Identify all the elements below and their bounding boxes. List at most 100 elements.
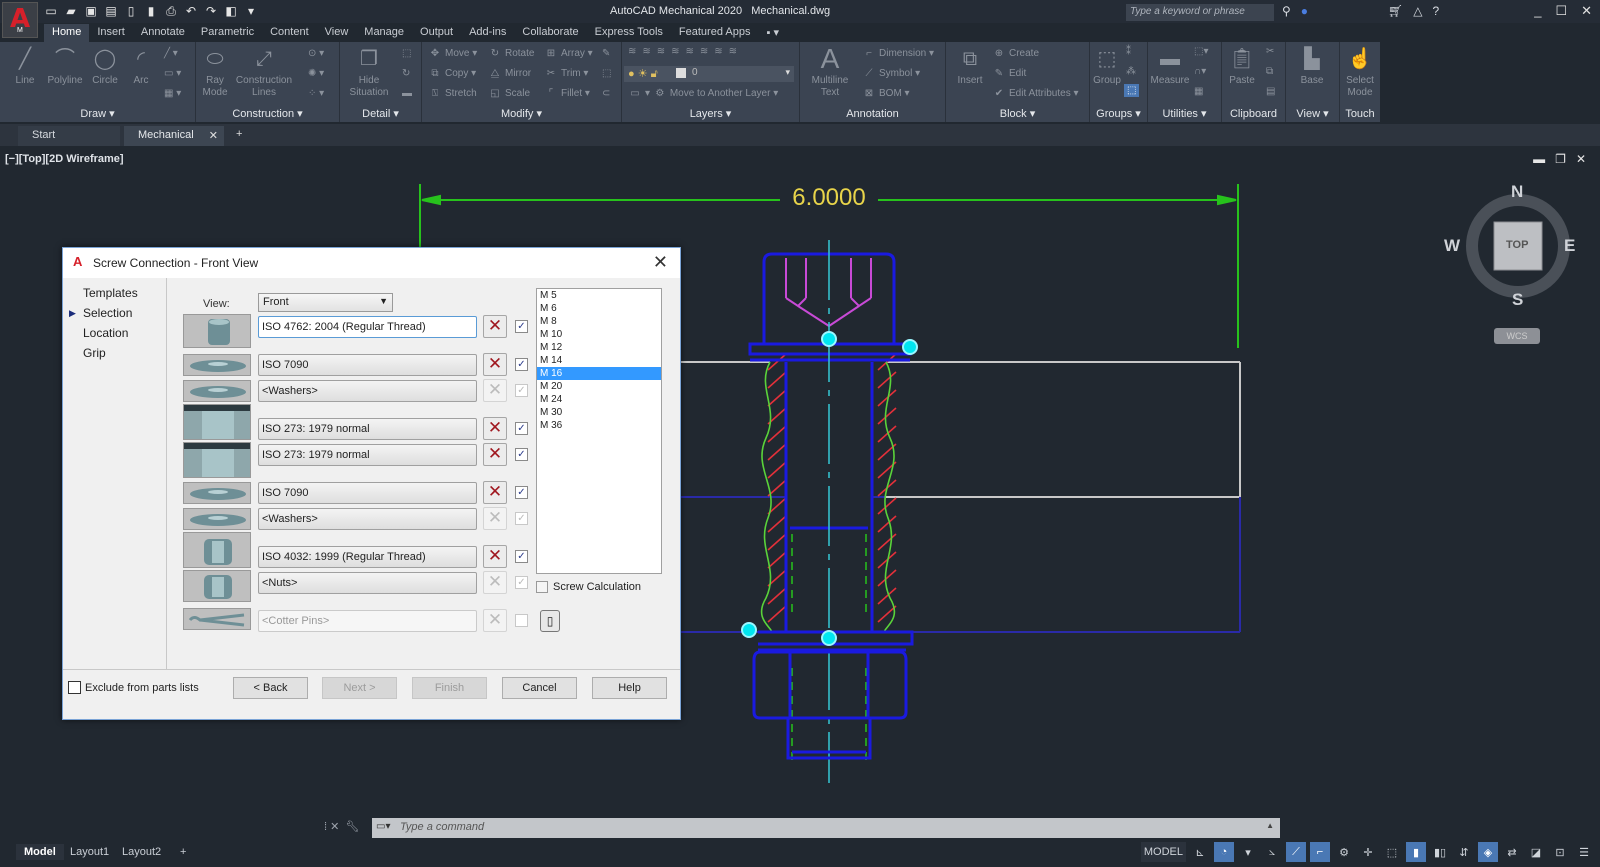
groups-panel-title[interactable]: Groups ▾ — [1090, 107, 1147, 120]
help-button[interactable]: Help — [592, 677, 667, 699]
size-option[interactable]: M 24 — [537, 393, 661, 406]
paste-special-icon[interactable]: ▤ — [1266, 86, 1275, 97]
hole-2-checkbox[interactable]: ✓ — [515, 448, 528, 461]
tab-overflow-icon[interactable]: ▪ ▾ — [758, 24, 786, 42]
base-button[interactable]: ▙ Base — [1292, 46, 1332, 87]
workspace-switch-icon[interactable]: ▮ — [1406, 842, 1426, 862]
autodesk-app-icon[interactable]: △ — [1413, 4, 1422, 18]
size-option[interactable]: M 20 — [537, 380, 661, 393]
settings-icon[interactable]: ⚙ — [1334, 842, 1354, 862]
screw-calculation-checkbox[interactable] — [536, 581, 548, 593]
close-icon[interactable]: ✕ — [1581, 3, 1592, 19]
multiline-text-button[interactable]: A Multiline Text — [806, 45, 854, 99]
polar-icon[interactable]: ⦣ — [1262, 842, 1282, 862]
dimension-text[interactable]: 6.0000 — [792, 184, 865, 211]
construction-lines-button[interactable]: ⤢ Construction Lines — [232, 46, 296, 99]
group-edit-icon[interactable]: ⁂ — [1126, 66, 1136, 77]
finish-button[interactable]: Finish — [412, 677, 487, 699]
stretch-button[interactable]: ⍂ Stretch — [428, 88, 477, 99]
symbol-button[interactable]: ⟋ Symbol ▾ — [862, 68, 921, 79]
bom-button[interactable]: ⊠ BOM ▾ — [862, 88, 910, 99]
delete-top-washer-button[interactable]: ✕ — [483, 353, 507, 376]
snap-icon[interactable]: ◔ — [1214, 842, 1234, 862]
select-mode-button[interactable]: ☝ Select Mode — [1342, 46, 1378, 99]
tab-express-tools[interactable]: Express Tools — [587, 24, 671, 42]
tab-insert[interactable]: Insert — [89, 24, 133, 42]
save-icon[interactable]: ▣ — [84, 4, 98, 18]
cut-icon[interactable]: ✂ — [1266, 46, 1274, 57]
tab-content[interactable]: Content — [262, 24, 317, 42]
hide-situation-button[interactable]: ❐ Hide Situation — [344, 46, 394, 99]
utilities-panel-title[interactable]: Utilities ▾ — [1148, 107, 1221, 120]
quick-properties-icon[interactable]: ◈ — [1478, 842, 1498, 862]
object-snap-icon[interactable]: ⌐ — [1310, 842, 1330, 862]
layout-tab-layout1[interactable]: Layout1 — [62, 844, 117, 860]
move-button[interactable]: ✥ Move ▾ — [428, 48, 477, 59]
draw-panel-title[interactable]: Draw ▾ — [0, 107, 195, 120]
model-space-button[interactable]: MODEL — [1140, 842, 1186, 862]
layers-panel-title[interactable]: Layers ▾ — [622, 107, 799, 120]
tab-featured-apps[interactable]: Featured Apps — [671, 24, 759, 42]
paste-button[interactable]: 📋︎ Paste — [1224, 46, 1260, 87]
viewcube[interactable]: N S W E TOP WCS — [1444, 182, 1578, 348]
quick-select-icon[interactable]: ⬚▾ — [1194, 46, 1208, 57]
new-tab-button[interactable]: + — [236, 128, 242, 140]
save-as-icon[interactable]: ▤ — [104, 4, 118, 18]
delete-nut-button[interactable]: ✕ — [483, 545, 507, 568]
grip-point[interactable] — [821, 331, 837, 347]
size-option[interactable]: M 5 — [537, 289, 661, 302]
rotate-button[interactable]: ↻ Rotate — [488, 48, 535, 59]
command-line-grip-icon[interactable]: ⁞ ✕ 🔧︎ — [324, 820, 359, 833]
top-washer-extra-checkbox[interactable]: ✓ — [515, 384, 528, 397]
grid-icon[interactable]: ⊾ — [1190, 842, 1210, 862]
layer-tools-icons[interactable]: ≋≋≋≋≋≋≋≋ — [628, 46, 743, 57]
mirror-button[interactable]: ⧋ Mirror — [488, 68, 532, 79]
array-button[interactable]: ⊞ Array ▾ — [544, 48, 593, 59]
ungroup-icon[interactable]: ⁑ — [1126, 46, 1131, 57]
size-option[interactable]: M 12 — [537, 341, 661, 354]
delete-bottom-washer-extra-button[interactable]: ✕ — [483, 507, 507, 530]
ray-mode-button[interactable]: ⬭ Ray Mode — [200, 46, 230, 99]
size-option-selected[interactable]: M 16 — [537, 367, 661, 380]
construction-delete-icon[interactable]: ⁘ ▾ — [308, 88, 324, 99]
dialog-title-bar[interactable]: A Screw Connection - Front View ✕ — [63, 248, 680, 278]
layout-tab-model[interactable]: Model — [16, 844, 64, 860]
modify-panel-title[interactable]: Modify ▾ — [422, 107, 621, 120]
nav-templates[interactable]: Templates — [83, 286, 138, 300]
line-button[interactable]: ╱ Line — [8, 46, 42, 87]
size-listbox[interactable]: M 5 M 6 M 8 M 10 M 12 M 14 M 16 M 20 M 2… — [536, 288, 662, 574]
tab-annotate[interactable]: Annotate — [133, 24, 193, 42]
delete-hole-2-button[interactable]: ✕ — [483, 443, 507, 466]
binoculars-icon[interactable]: ⚲ — [1282, 4, 1291, 18]
erase-icon[interactable]: ✎ — [602, 48, 610, 59]
magnet-icon[interactable]: ∩▾ — [1194, 66, 1206, 77]
create-block-button[interactable]: ⊕ Create — [992, 48, 1039, 59]
group-button[interactable]: ⬚ Group — [1092, 46, 1122, 87]
nav-selection[interactable]: Selection — [83, 306, 132, 320]
nav-location[interactable]: Location — [83, 326, 128, 340]
delete-nut-extra-button[interactable]: ✕ — [483, 571, 507, 594]
top-washer-checkbox[interactable]: ✓ — [515, 358, 528, 371]
compass-west[interactable]: W — [1444, 236, 1460, 256]
edit-attributes-button[interactable]: ✔ Edit Attributes ▾ — [992, 88, 1079, 99]
detail-break-icon[interactable]: ▬ — [402, 88, 412, 99]
polyline-button[interactable]: ⌒ Polyline — [44, 46, 86, 87]
measure-button[interactable]: ▬ Measure — [1150, 46, 1190, 87]
delete-bottom-washer-button[interactable]: ✕ — [483, 481, 507, 504]
trim-button[interactable]: ✂ Trim ▾ — [544, 68, 589, 79]
command-expand-icon[interactable]: ▲ — [1266, 821, 1274, 830]
new-icon[interactable]: ▭ — [44, 4, 58, 18]
close-tab-icon[interactable]: ✕ — [209, 129, 218, 142]
back-button[interactable]: < Back — [233, 677, 308, 699]
hex-nut[interactable] — [752, 630, 914, 760]
group-selection-icon[interactable]: ⬚ — [1124, 84, 1140, 97]
user-icon[interactable]: ● — [1301, 4, 1308, 18]
compass-east[interactable]: E — [1564, 236, 1575, 256]
tab-parametric[interactable]: Parametric — [193, 24, 262, 42]
nav-grip[interactable]: Grip — [83, 346, 106, 360]
screw-checkbox[interactable]: ✓ — [515, 320, 528, 333]
top-washer-field[interactable]: ISO 7090 — [258, 354, 477, 376]
dimension-button[interactable]: ⌐ Dimension ▾ — [862, 48, 934, 59]
explode-icon[interactable]: ⬚ — [602, 68, 611, 79]
size-option[interactable]: M 6 — [537, 302, 661, 315]
